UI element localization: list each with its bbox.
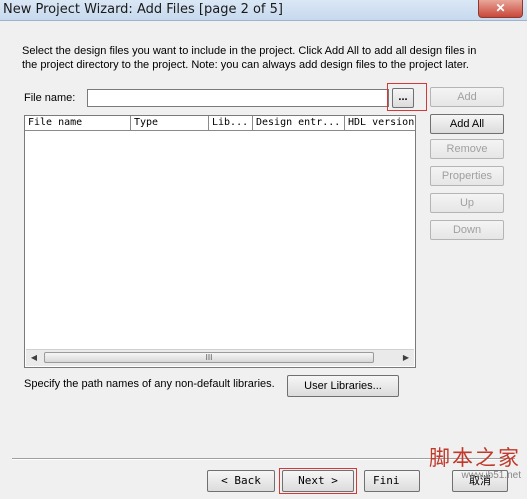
window-title: New Project Wizard: Add Files [page 2 of… xyxy=(3,2,283,17)
watermark-logo: 脚本之家 xyxy=(429,446,521,470)
column-header-type[interactable]: Type xyxy=(131,116,209,131)
column-header-library[interactable]: Lib... xyxy=(209,116,253,131)
down-button[interactable]: Down xyxy=(430,220,504,240)
files-table[interactable]: File name Type Lib... Design entr... HDL… xyxy=(24,115,416,368)
watermark-url: www.jb51.net xyxy=(461,470,521,481)
up-button[interactable]: Up xyxy=(430,193,504,213)
horizontal-scrollbar[interactable]: ◀ III ▶ xyxy=(26,349,414,366)
scroll-left-icon[interactable]: ◀ xyxy=(27,352,41,364)
watermark: 脚本之家 www.jb51.net xyxy=(401,446,521,481)
next-button[interactable]: Next > xyxy=(282,470,354,492)
add-button[interactable]: Add xyxy=(430,87,504,107)
close-icon[interactable]: ✕ xyxy=(478,0,523,18)
scroll-thumb[interactable]: III xyxy=(44,352,374,363)
back-button[interactable]: < Back xyxy=(207,470,275,492)
file-name-input[interactable] xyxy=(87,89,389,107)
browse-button[interactable]: ... xyxy=(392,88,414,108)
column-header-design-entry[interactable]: Design entr... xyxy=(253,116,345,131)
user-libraries-button[interactable]: User Libraries... xyxy=(287,375,399,397)
properties-button[interactable]: Properties xyxy=(430,166,504,186)
scroll-right-icon[interactable]: ▶ xyxy=(399,352,413,364)
column-header-file-name[interactable]: File name xyxy=(25,116,131,131)
column-header-hdl-version[interactable]: HDL version xyxy=(345,116,415,131)
intro-text: Select the design files you want to incl… xyxy=(22,45,477,71)
table-header: File name Type Lib... Design entr... HDL… xyxy=(25,116,415,132)
libraries-text: Specify the path names of any non-defaul… xyxy=(24,378,275,390)
file-name-label: File name: xyxy=(24,92,76,104)
add-all-button[interactable]: Add All xyxy=(430,114,504,134)
title-bar: New Project Wizard: Add Files [page 2 of… xyxy=(0,0,527,21)
remove-button[interactable]: Remove xyxy=(430,139,504,159)
